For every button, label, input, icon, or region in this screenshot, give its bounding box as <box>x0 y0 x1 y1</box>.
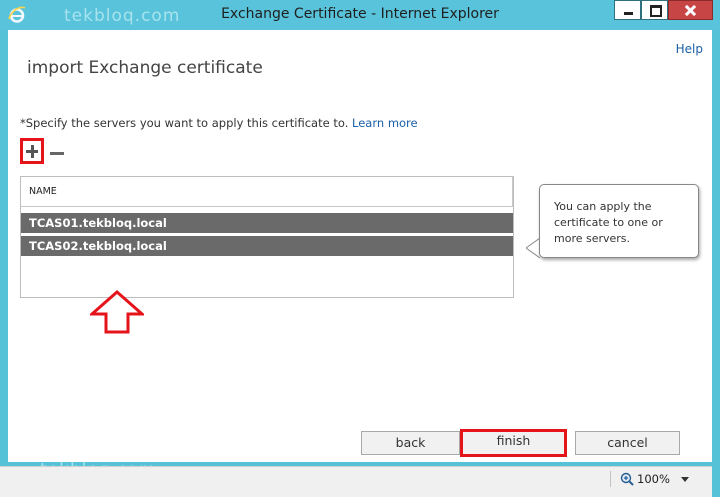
help-tooltip: You can apply the certificate to one or … <box>539 184 699 258</box>
status-bar: 100% <box>0 466 712 497</box>
up-arrow-annotation-icon <box>90 290 144 334</box>
page-title: import Exchange certificate <box>27 58 263 78</box>
tooltip-text: You can apply the certificate to one or … <box>554 200 663 245</box>
table-row[interactable]: TCAS01.tekbloq.local <box>21 213 513 233</box>
column-header-name: NAME <box>29 186 57 197</box>
zoom-icon[interactable] <box>620 472 634 486</box>
help-link[interactable]: Help <box>676 42 703 56</box>
server-name: TCAS01.tekbloq.local <box>29 216 167 230</box>
back-button[interactable]: back <box>361 431 460 455</box>
cancel-button[interactable]: cancel <box>575 431 680 455</box>
remove-server-button[interactable] <box>50 152 64 155</box>
column-divider <box>512 177 513 207</box>
minimize-button[interactable] <box>614 0 641 20</box>
finish-button[interactable]: finish <box>460 429 567 457</box>
title-bar: tekbloq.com Exchange Certificate - Inter… <box>0 0 720 30</box>
status-divider <box>610 471 611 487</box>
window-title: Exchange Certificate - Internet Explorer <box>221 6 499 22</box>
list-header[interactable]: NAME <box>21 177 513 207</box>
zoom-level[interactable]: 100% <box>637 472 670 486</box>
server-name: TCAS02.tekbloq.local <box>29 239 167 253</box>
add-server-button[interactable] <box>20 138 44 164</box>
instruction-label: *Specify the servers you want to apply t… <box>20 116 349 130</box>
chevron-down-icon[interactable] <box>681 477 689 482</box>
instruction-text: *Specify the servers you want to apply t… <box>20 116 418 130</box>
maximize-button[interactable] <box>641 0 668 20</box>
learn-more-link[interactable]: Learn more <box>352 116 418 130</box>
server-list[interactable]: NAME TCAS01.tekbloq.local TCAS02.tekbloq… <box>20 176 514 298</box>
close-button[interactable] <box>668 0 713 20</box>
table-row[interactable]: TCAS02.tekbloq.local <box>21 236 513 256</box>
dialog-content: Help import Exchange certificate *Specif… <box>8 30 712 462</box>
